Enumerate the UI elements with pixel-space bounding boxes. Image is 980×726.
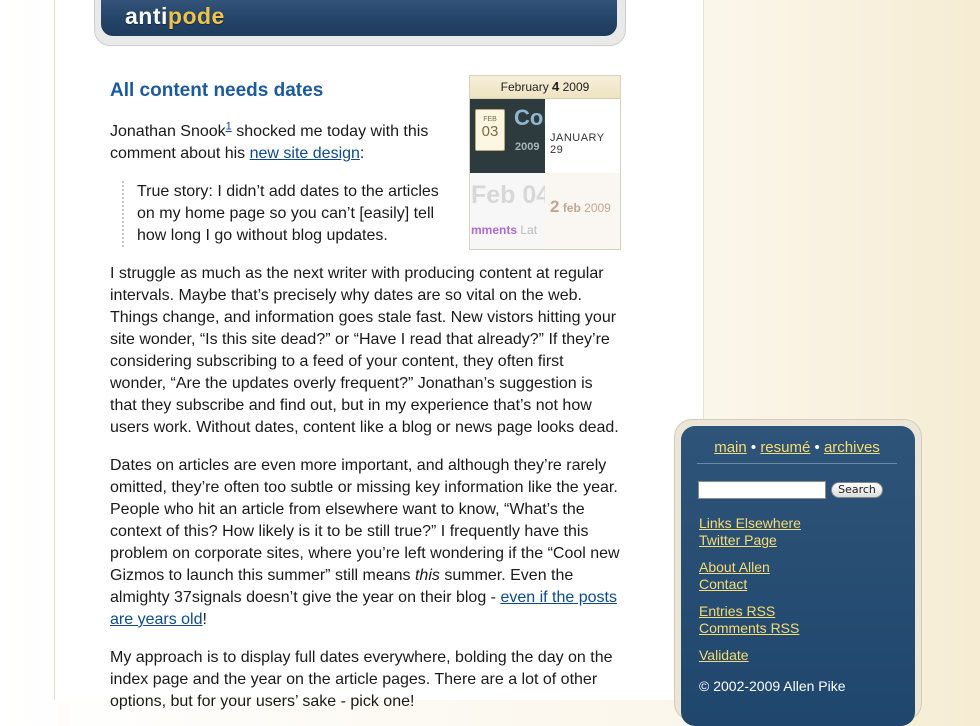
caption-month: February xyxy=(500,80,549,94)
new-site-design-link[interactable]: new site design xyxy=(250,145,360,162)
about-allen-link[interactable]: About Allen xyxy=(699,559,770,576)
sidebar-divider xyxy=(697,463,897,464)
intro-author: Jonathan Snook xyxy=(110,123,226,140)
logo-part-anti: anti xyxy=(125,3,168,29)
calendar-icon: FEB 03 xyxy=(475,109,505,151)
caption-day: 4 xyxy=(552,79,560,94)
comments-rss-link[interactable]: Comments RSS xyxy=(699,620,799,637)
contact-link[interactable]: Contact xyxy=(699,576,747,593)
panel-a-year: 2009 xyxy=(515,141,540,153)
article-paragraph-3: My approach is to display full dates eve… xyxy=(110,649,613,710)
entries-rss-link[interactable]: Entries RSS xyxy=(699,603,775,620)
intro-colon: : xyxy=(359,145,365,162)
panel-c-comments: mments Lat xyxy=(471,223,537,237)
validate-link[interactable]: Validate xyxy=(699,647,749,664)
para2-exclaim: ! xyxy=(202,611,207,628)
nav-resume-link[interactable]: resumé xyxy=(760,439,810,456)
article-title: All content needs dates xyxy=(110,80,324,101)
search-button[interactable]: Search xyxy=(831,482,883,498)
panel-d-year: 2009 xyxy=(584,201,611,215)
panel-a-title: Col xyxy=(514,105,545,130)
panel-c-comments-label: mments xyxy=(471,223,518,237)
article-paragraph-2: Dates on articles are even more importan… xyxy=(110,455,622,631)
nav-separator: • xyxy=(746,439,761,456)
sidebar: main • resumé • archives Search Links El… xyxy=(681,426,915,726)
panel-d-date: 2 feb 2009 xyxy=(550,197,611,217)
search-input[interactable] xyxy=(698,481,826,499)
panel-b-date: JANUARY 29 xyxy=(550,132,605,156)
date-examples-figure: February 4 2009 FEB 03 Col 2009 JANUARY … xyxy=(469,75,621,250)
panel-d-month: feb xyxy=(562,201,581,215)
date-example-panel-b: JANUARY 29 xyxy=(545,99,620,173)
site-logo[interactable]: antipode xyxy=(125,3,225,30)
twitter-page-link[interactable]: Twitter Page xyxy=(699,532,777,549)
sidebar-nav: main • resumé • archives xyxy=(697,439,897,456)
article-intro: Jonathan Snook1 shocked me today with th… xyxy=(110,121,460,165)
copyright-notice: © 2002-2009 Allen Pike xyxy=(699,678,846,694)
figure-date-caption: February 4 2009 xyxy=(470,76,620,99)
panel-c-more-label: Lat xyxy=(520,223,538,237)
article-paragraph-1: I struggle as much as the next writer wi… xyxy=(110,265,619,436)
links-elsewhere-link[interactable]: Links Elsewhere xyxy=(699,515,801,532)
date-example-panel-d: 2 feb 2009 xyxy=(545,173,620,249)
date-example-panel-a: FEB 03 Col 2009 xyxy=(470,99,545,173)
panel-d-day: 2 xyxy=(550,197,560,216)
nav-archives-link[interactable]: archives xyxy=(824,439,880,456)
para2-emphasis: this xyxy=(414,567,440,584)
panel-c-date: Feb 04 xyxy=(471,181,545,209)
calendar-icon-day: 03 xyxy=(481,123,499,140)
nav-separator: • xyxy=(810,439,824,456)
caption-year: 2009 xyxy=(562,80,590,94)
logo-part-pode: pode xyxy=(167,3,225,29)
para2-text-a: Dates on articles are even more importan… xyxy=(110,457,620,584)
date-example-panel-c: Feb 04 mments Lat xyxy=(470,173,545,249)
blockquote: True story: I didn’t add dates to the ar… xyxy=(122,181,457,247)
nav-main-link[interactable]: main xyxy=(714,439,747,456)
